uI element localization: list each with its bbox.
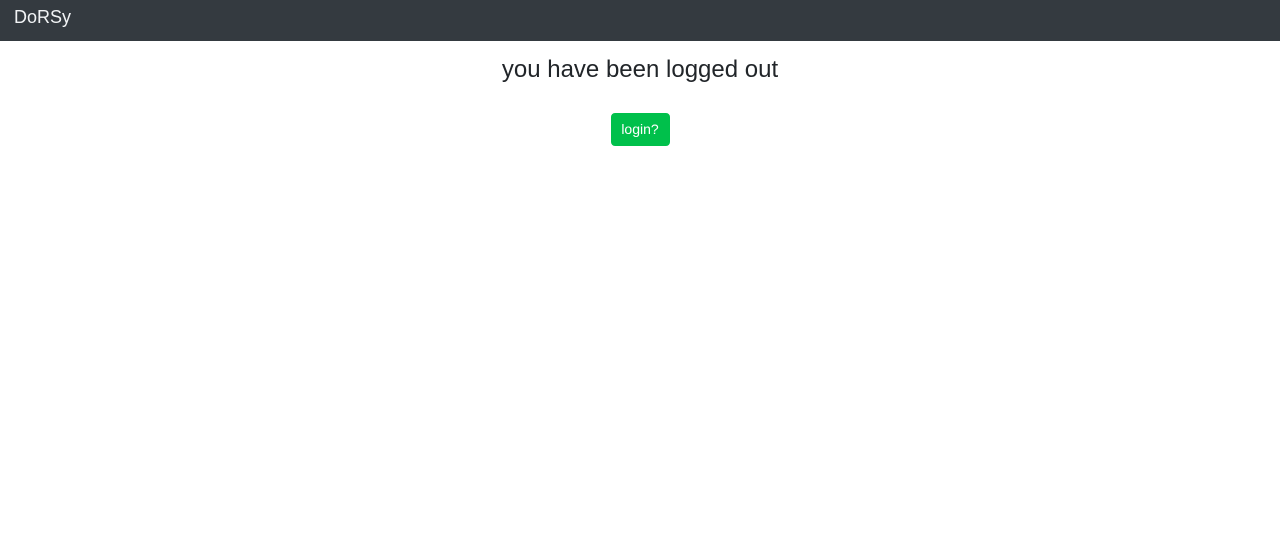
top-navbar: DoRSy (0, 0, 1280, 41)
login-button[interactable]: login? (610, 113, 670, 146)
brand-link[interactable]: DoRSy (14, 8, 71, 26)
logout-content: you have been logged out login? (0, 41, 1280, 146)
page-title: you have been logged out (501, 56, 779, 83)
